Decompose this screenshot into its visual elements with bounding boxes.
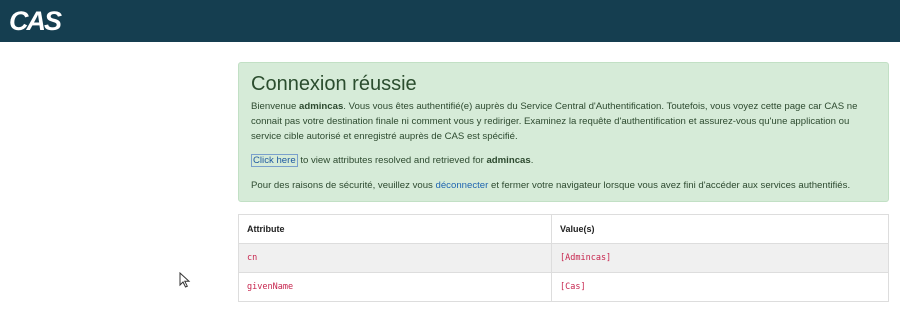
attribute-value: [Admincas]: [551, 243, 889, 273]
attributes-text: to view attributes resolved and retrieve…: [297, 155, 487, 166]
attribute-name: cn: [238, 243, 552, 273]
attributes-table: Attribute Value(s) cn [Admincas] givenNa…: [238, 214, 889, 302]
table-row: givenName [Cas]: [238, 272, 889, 302]
attributes-username: admincas: [486, 155, 531, 166]
attributes-message: Click here to view attributes resolved a…: [251, 153, 876, 168]
welcome-message: Bienvenue admincas. Vous vous êtes authe…: [251, 99, 876, 144]
mouse-cursor-icon: [179, 272, 191, 288]
table-header-row: Attribute Value(s): [238, 214, 889, 244]
logout-link[interactable]: déconnecter: [436, 180, 489, 191]
attribute-column-header: Attribute: [238, 214, 552, 244]
attributes-end: .: [530, 155, 534, 166]
top-header-bar: CAS: [0, 0, 900, 42]
security-message: Pour des raisons de sécurité, veuillez v…: [251, 178, 876, 193]
alert-title: Connexion réussie: [251, 73, 417, 95]
success-alert: Connexion réussie Bienvenue admincas. Vo…: [238, 62, 889, 202]
welcome-prefix: Bienvenue: [251, 101, 300, 112]
attribute-name: givenName: [238, 272, 552, 302]
cas-logo: CAS: [9, 6, 62, 36]
values-column-header: Value(s): [551, 214, 889, 244]
security-prefix: Pour des raisons de sécurité, veuillez v…: [251, 180, 436, 191]
welcome-username: admincas: [299, 101, 344, 112]
table-row: cn [Admincas]: [238, 243, 889, 273]
security-suffix: et fermer votre navigateur lorsque vous …: [488, 180, 851, 191]
click-here-link[interactable]: Click here: [251, 154, 298, 167]
attribute-value: [Cas]: [551, 272, 889, 302]
